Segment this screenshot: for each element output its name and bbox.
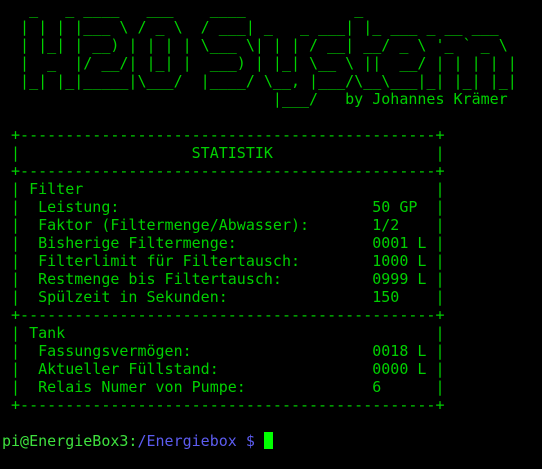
stat-label: Spülzeit in Sekunden: bbox=[38, 288, 228, 306]
stat-value: 0018 L bbox=[372, 342, 427, 360]
stat-value: 0999 L bbox=[372, 270, 427, 288]
stat-row: Aktueller Füllstand: 0000 L bbox=[2, 360, 542, 378]
pipe bbox=[435, 288, 444, 306]
text-cursor bbox=[263, 432, 273, 449]
pipe bbox=[435, 144, 444, 162]
banner-line: |_| |_|_____|\___/ |____/ \__, |___/\__\… bbox=[2, 72, 517, 90]
stat-label: Fassungsvermögen: bbox=[38, 342, 192, 360]
stat-row: Leistung: 50 GP bbox=[2, 198, 542, 216]
border-line: +---------------------------------------… bbox=[11, 126, 445, 144]
stat-value: 50 GP bbox=[372, 198, 418, 216]
pipe bbox=[11, 216, 20, 234]
table-border: +---------------------------------------… bbox=[2, 396, 542, 414]
stat-label: Restmenge bis Filtertausch: bbox=[38, 270, 282, 288]
pipe bbox=[11, 198, 20, 216]
pipe bbox=[435, 180, 444, 198]
banner-line: | | | |___ \ / _ \ / ___| _ _ ___| |_ __… bbox=[2, 18, 499, 36]
stat-label: Aktueller Füllstand: bbox=[38, 360, 219, 378]
section-title: Tank bbox=[29, 324, 66, 342]
pipe bbox=[435, 216, 444, 234]
pipe bbox=[435, 324, 444, 342]
pipe bbox=[435, 252, 444, 270]
pipe bbox=[435, 378, 444, 396]
author-credit: by Johannes Krämer bbox=[345, 90, 508, 108]
banner-art: |___/ bbox=[2, 90, 319, 108]
section-header-filter: Filter bbox=[2, 180, 542, 198]
terminal[interactable]: _ _ ____ ___ ____ _ | | | |___ \ / _ \ /… bbox=[2, 0, 542, 450]
pipe bbox=[11, 360, 20, 378]
pipe bbox=[11, 252, 20, 270]
shell-prompt[interactable]: pi@EnergieBox3:/Energiebox $ bbox=[2, 432, 542, 450]
stat-row: Restmenge bis Filtertausch: 0999 L bbox=[2, 270, 542, 288]
pipe bbox=[435, 198, 444, 216]
banner-line: _ _ ____ ___ ____ _ bbox=[2, 0, 364, 18]
prompt-path: /Energiebox $ bbox=[137, 432, 255, 450]
stat-label: Bisherige Filtermenge: bbox=[38, 234, 237, 252]
pipe bbox=[11, 180, 20, 198]
banner-line: | |_| | __) | | | | \___ \| | | / __| __… bbox=[2, 36, 508, 54]
table-title-row: STATISTIK bbox=[2, 144, 542, 162]
pipe bbox=[435, 342, 444, 360]
stat-label: Relais Numer von Pumpe: bbox=[38, 378, 246, 396]
stat-value: 1/2 bbox=[372, 216, 400, 234]
stat-label: Faktor (Filtermenge/Abwasser): bbox=[38, 216, 310, 234]
pipe bbox=[11, 342, 20, 360]
pipe bbox=[435, 360, 444, 378]
pipe bbox=[11, 324, 20, 342]
stat-row: Spülzeit in Sekunden: 150 bbox=[2, 288, 542, 306]
stat-row: Bisherige Filtermenge: 0001 L bbox=[2, 234, 542, 252]
stat-row: Relais Numer von Pumpe: 6 bbox=[2, 378, 542, 396]
banner-line: | _ |/ __/| |_| | ___) | |_| \__ \ || __… bbox=[2, 54, 517, 72]
pipe bbox=[11, 144, 20, 162]
border-line: +---------------------------------------… bbox=[11, 396, 445, 414]
border-line: +---------------------------------------… bbox=[11, 162, 445, 180]
pipe bbox=[11, 288, 20, 306]
banner-line-last: |___/ by Johannes Krämer bbox=[2, 90, 542, 108]
prompt-user-host: pi@EnergieBox3: bbox=[2, 432, 138, 450]
stat-value: 150 bbox=[372, 288, 400, 306]
pipe bbox=[435, 270, 444, 288]
table-border: +---------------------------------------… bbox=[2, 162, 542, 180]
stat-value: 6 bbox=[372, 378, 382, 396]
table-border: +---------------------------------------… bbox=[2, 306, 542, 324]
border-line: +---------------------------------------… bbox=[11, 306, 445, 324]
section-header-tank: Tank bbox=[2, 324, 542, 342]
stat-row: Faktor (Filtermenge/Abwasser): 1/2 bbox=[2, 216, 542, 234]
stat-row: Fassungsvermögen: 0018 L bbox=[2, 342, 542, 360]
stat-value: 1000 L bbox=[372, 252, 427, 270]
table-border: +---------------------------------------… bbox=[2, 126, 542, 144]
pipe bbox=[11, 234, 20, 252]
stat-value: 0000 L bbox=[372, 360, 427, 378]
stat-label: Filterlimit für Filtertausch: bbox=[38, 252, 301, 270]
stat-label: Leistung: bbox=[38, 198, 120, 216]
pipe bbox=[435, 234, 444, 252]
stat-row: Filterlimit für Filtertausch: 1000 L bbox=[2, 252, 542, 270]
stat-value: 0001 L bbox=[372, 234, 427, 252]
section-title: Filter bbox=[29, 180, 84, 198]
pipe bbox=[11, 378, 20, 396]
pipe bbox=[11, 270, 20, 288]
table-title: STATISTIK bbox=[191, 144, 273, 162]
